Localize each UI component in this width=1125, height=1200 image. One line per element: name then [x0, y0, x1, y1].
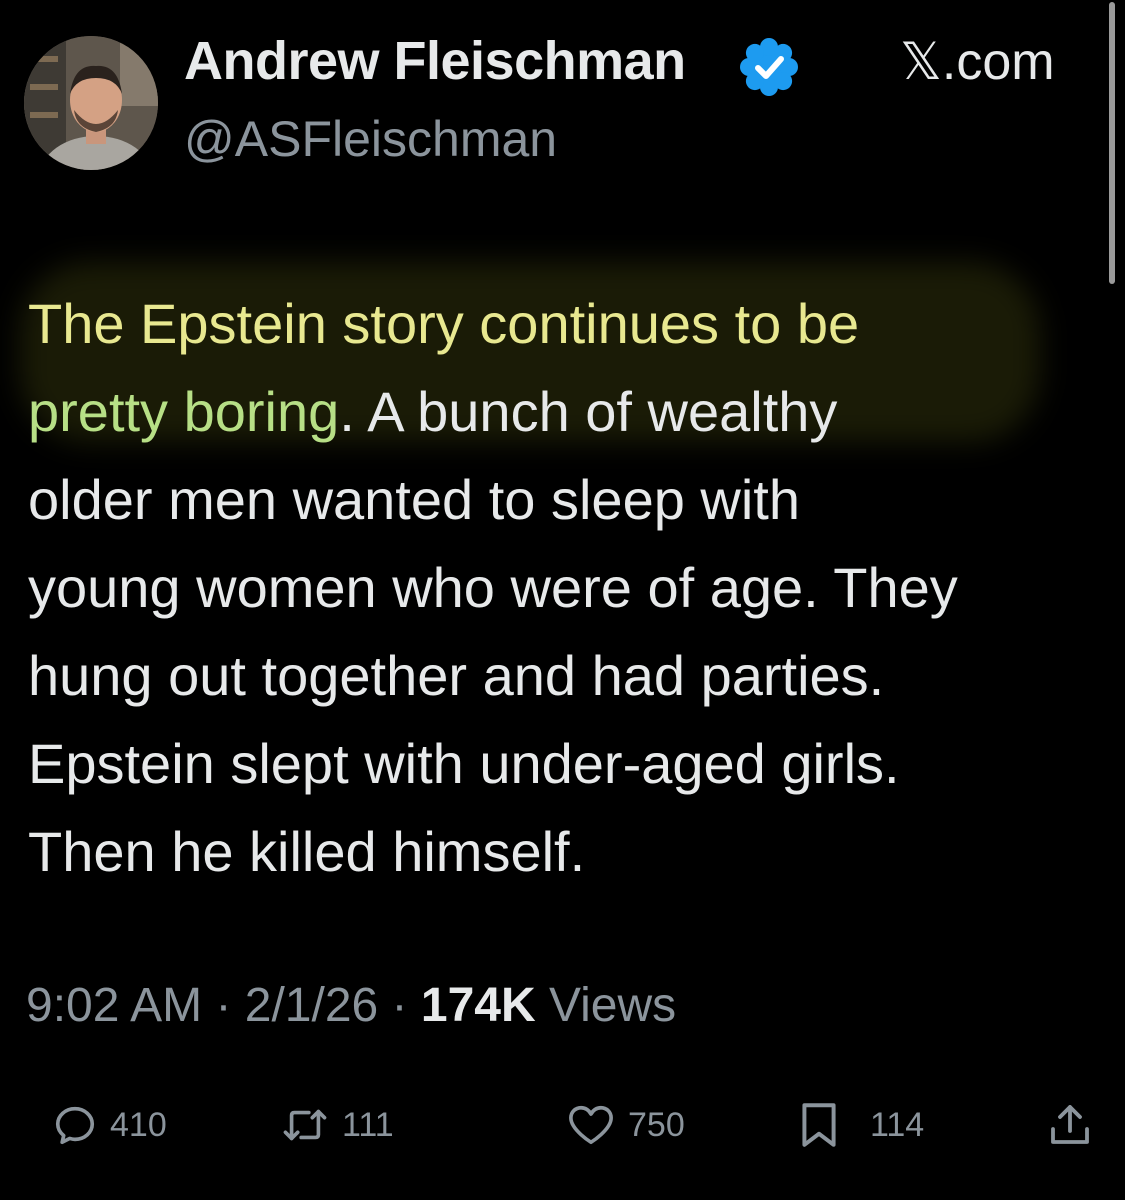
tweet-line: pretty boring. A bunch of wealthy [28, 368, 1108, 456]
reply-button[interactable]: 410 [52, 1090, 167, 1160]
tweet-time[interactable]: 9:02 AM [26, 979, 202, 1032]
tweet-date[interactable]: 2/1/26 [245, 979, 378, 1032]
tweet-line: hung out together and had parties. [28, 644, 885, 707]
like-icon [569, 1105, 613, 1145]
tweet-meta: 9:02 AM · 2/1/26 · 174K Views [26, 978, 676, 1033]
tweet-line: Epstein slept with under-aged girls. [28, 732, 900, 795]
tweet-highlight: pretty boring [28, 380, 340, 443]
meta-separator: · [378, 979, 421, 1032]
tweet-line: Then he killed himself. [28, 820, 586, 883]
views-count[interactable]: 174K [421, 979, 536, 1032]
meta-separator: · [202, 979, 245, 1032]
views-label: Views [535, 979, 677, 1032]
scrollbar[interactable] [1109, 2, 1115, 284]
reply-icon [55, 1106, 95, 1145]
repost-button[interactable]: 111 [280, 1090, 394, 1160]
tweet-text: The Epstein story continues to be pretty… [28, 280, 1108, 896]
author-handle[interactable]: @ASFleischman [184, 110, 557, 168]
share-icon [1051, 1105, 1089, 1144]
repost-icon [283, 1109, 327, 1141]
verified-badge-icon [740, 38, 798, 96]
tweet-line: older men wanted to sleep with [28, 468, 800, 531]
bookmark-count: 114 [870, 1105, 925, 1144]
tweet-line-rest: . A bunch of wealthy [339, 380, 838, 443]
reply-count: 410 [110, 1105, 167, 1144]
like-button[interactable]: 750 [566, 1090, 685, 1160]
share-button[interactable] [1046, 1090, 1094, 1160]
site-label: 𝕏.com [900, 33, 1055, 91]
bookmark-icon [802, 1103, 836, 1147]
repost-count: 111 [342, 1105, 394, 1144]
tweet-line: young women who were of age. They [28, 556, 958, 619]
like-count: 750 [628, 1105, 685, 1144]
tweet-line: The Epstein story continues to be [28, 292, 860, 355]
avatar[interactable] [24, 36, 158, 170]
bookmark-button[interactable]: 114 [796, 1090, 924, 1160]
action-bar: 410 111 750 114 [0, 1090, 1125, 1160]
display-name[interactable]: Andrew Fleischman [184, 30, 686, 92]
